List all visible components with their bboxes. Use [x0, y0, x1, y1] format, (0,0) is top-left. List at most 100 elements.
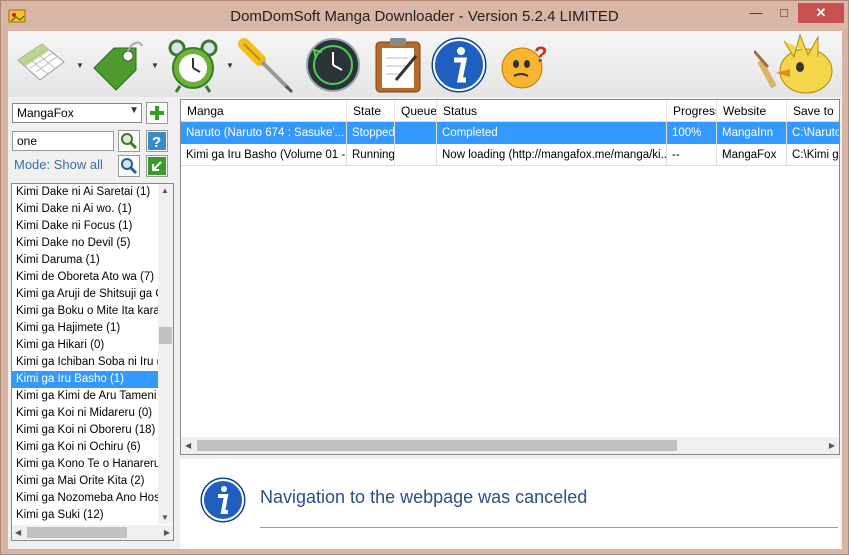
- status-divider: [260, 527, 838, 528]
- list-item[interactable]: Kimi de Oboreta Ato wa (7): [12, 269, 159, 286]
- info-icon[interactable]: [430, 36, 488, 94]
- svg-text:?: ?: [534, 42, 547, 67]
- refresh-button[interactable]: [146, 155, 168, 177]
- client-area: ▼ ▼ ▼ ? MangaFox ▼ one ? Mode: Show all …: [8, 31, 842, 549]
- grid-scroll-left-arrow-icon[interactable]: ◀: [185, 441, 191, 450]
- list-item[interactable]: Kimi ga Hikari (0): [12, 337, 159, 354]
- site-select[interactable]: MangaFox ▼: [12, 103, 142, 123]
- navigation-message: Navigation to the webpage was canceled: [260, 487, 588, 507]
- maximize-button[interactable]: □: [771, 3, 797, 23]
- list-item[interactable]: Kimi ga Iru Basho (1): [12, 371, 159, 388]
- emoticon-question-icon[interactable]: ?: [496, 36, 554, 94]
- app-window: DomDomSoft Manga Downloader - Version 5.…: [0, 0, 849, 555]
- list-item[interactable]: Kimi ga Ichiban Soba ni Iru (6): [12, 354, 159, 371]
- cell-save-to: C:\Naruto: [787, 122, 839, 144]
- manga-list-scroll-thumb[interactable]: [159, 327, 172, 344]
- cell-website: MangaFox: [717, 144, 787, 166]
- site-select-value: MangaFox: [17, 106, 74, 120]
- cell-state: Stopped: [347, 122, 395, 144]
- add-site-button[interactable]: [146, 102, 168, 124]
- cell-state: Running: [347, 144, 395, 166]
- cell-status: Completed: [437, 122, 667, 144]
- tag-icon[interactable]: [88, 36, 146, 94]
- grid-scroll-right-arrow-icon[interactable]: ▶: [829, 441, 835, 450]
- cell-manga: Naruto (Naruto 674 : Sasuke'...: [181, 122, 347, 144]
- list-item[interactable]: Kimi Dake ni Ai Saretai (1): [12, 184, 159, 201]
- manga-list[interactable]: Kimi Dake ni Ai Saretai (1) Kimi Dake ni …: [11, 183, 174, 541]
- grid-header: Manga State Queue Status Progress Websit…: [181, 100, 839, 122]
- list-item[interactable]: Kimi Dake no Devil (5): [12, 235, 159, 252]
- list-item[interactable]: Kimi ga Boku o Mite Ita kara (3: [12, 303, 159, 320]
- scroll-left-arrow-icon[interactable]: ◀: [15, 528, 21, 537]
- list-item[interactable]: Kimi ga Suki (12): [12, 507, 159, 524]
- screwdriver-icon[interactable]: [238, 36, 296, 94]
- list-item[interactable]: Kimi ga Mai Orite Kita (2): [12, 473, 159, 490]
- list-item[interactable]: Kimi ga Koi ni Midareru (0): [12, 405, 159, 422]
- help-icon: ?: [148, 132, 166, 151]
- title-bar[interactable]: DomDomSoft Manga Downloader - Version 5.…: [1, 1, 848, 31]
- spreadsheet-icon[interactable]: [12, 36, 70, 94]
- chocobo-mascot-icon: [754, 33, 833, 94]
- cell-queue: [395, 144, 437, 166]
- cell-website: MangaInn: [717, 122, 787, 144]
- manga-list-hscroll-thumb[interactable]: [27, 527, 127, 538]
- search-icon: [121, 133, 138, 150]
- column-header-website[interactable]: Website: [717, 100, 787, 122]
- search-input-value: one: [17, 134, 38, 148]
- scroll-up-arrow-icon[interactable]: ▲: [161, 186, 169, 195]
- info-circle-icon: [200, 477, 246, 523]
- column-header-queue[interactable]: Queue: [395, 100, 437, 122]
- list-item[interactable]: Kimi ga Nozomeba Ano Hoshi: [12, 490, 159, 507]
- column-header-progress[interactable]: Progress: [667, 100, 717, 122]
- manga-list-items: Kimi Dake ni Ai Saretai (1) Kimi Dake ni …: [12, 184, 173, 524]
- list-item[interactable]: Kimi ga Koi ni Oboreru (18): [12, 422, 159, 439]
- search-input[interactable]: one: [12, 131, 114, 151]
- help-button[interactable]: ?: [146, 130, 168, 152]
- alarm-clock-icon[interactable]: [164, 36, 222, 94]
- cell-save-to: C:\Kimi ga: [787, 144, 839, 166]
- column-header-status[interactable]: Status: [437, 100, 667, 122]
- list-item[interactable]: Kimi Dake ni Focus (1): [12, 218, 159, 235]
- cell-progress: 100%: [667, 122, 717, 144]
- cell-manga: Kimi ga Iru Basho (Volume 01 -...: [181, 144, 347, 166]
- grid-hscroll-thumb[interactable]: [197, 440, 677, 451]
- grid-horizontal-scrollbar[interactable]: ◀ ▶: [181, 437, 839, 454]
- spreadsheet-dropdown-arrow[interactable]: ▼: [76, 62, 84, 70]
- filter-button[interactable]: [118, 155, 140, 177]
- list-item[interactable]: Kimi ga Hajimete (1): [12, 320, 159, 337]
- manga-list-vertical-scrollbar[interactable]: ▲ ▼: [158, 184, 173, 524]
- sidebar: MangaFox ▼ one ? Mode: Show all Kimi Dak…: [8, 99, 178, 549]
- cell-progress: --: [667, 144, 717, 166]
- search-button[interactable]: [118, 130, 140, 152]
- alarm-dropdown-arrow[interactable]: ▼: [226, 62, 234, 70]
- tag-dropdown-arrow[interactable]: ▼: [151, 62, 159, 70]
- list-item[interactable]: Kimi Daruma (1): [12, 252, 159, 269]
- magnifier-icon: [121, 158, 138, 175]
- close-button[interactable]: ✕: [798, 3, 844, 23]
- scroll-right-arrow-icon[interactable]: ▶: [164, 528, 170, 537]
- list-item[interactable]: Kimi ga Aruji de Shitsuji ga Ore: [12, 286, 159, 303]
- window-title: DomDomSoft Manga Downloader - Version 5.…: [230, 8, 619, 25]
- list-item[interactable]: Kimi ga Kono Te o Hanareru n: [12, 456, 159, 473]
- list-item[interactable]: Kimi ga Koi ni Ochiru (6): [12, 439, 159, 456]
- plus-icon: [150, 106, 164, 120]
- list-item[interactable]: Kimi Dake ni Ai wo. (1): [12, 201, 159, 218]
- scroll-down-arrow-icon[interactable]: ▼: [161, 513, 169, 522]
- minimize-button[interactable]: —: [743, 3, 769, 23]
- list-item[interactable]: Kimi ga Kimi de Aru Tameni (3): [12, 388, 159, 405]
- refresh-arrow-icon: [148, 157, 166, 175]
- manga-list-horizontal-scrollbar[interactable]: ◀ ▶: [12, 525, 173, 540]
- toolbar: ▼ ▼ ▼ ?: [8, 31, 842, 97]
- column-header-state[interactable]: State: [347, 100, 395, 122]
- grid-row[interactable]: Naruto (Naruto 674 : Sasuke'... Stopped …: [181, 122, 839, 144]
- status-panel: Navigation to the webpage was canceled: [180, 459, 840, 549]
- mode-label[interactable]: Mode: Show all: [14, 157, 103, 172]
- svg-text:?: ?: [152, 134, 161, 151]
- grid-row[interactable]: Kimi ga Iru Basho (Volume 01 -... Runnin…: [181, 144, 839, 166]
- column-header-save-to[interactable]: Save to: [787, 100, 839, 122]
- cell-status: Now loading (http://mangafox.me/manga/ki…: [437, 144, 667, 166]
- time-machine-icon[interactable]: [304, 36, 362, 94]
- download-grid[interactable]: Manga State Queue Status Progress Websit…: [180, 99, 840, 455]
- clipboard-icon[interactable]: [370, 36, 428, 94]
- column-header-manga[interactable]: Manga: [181, 100, 347, 122]
